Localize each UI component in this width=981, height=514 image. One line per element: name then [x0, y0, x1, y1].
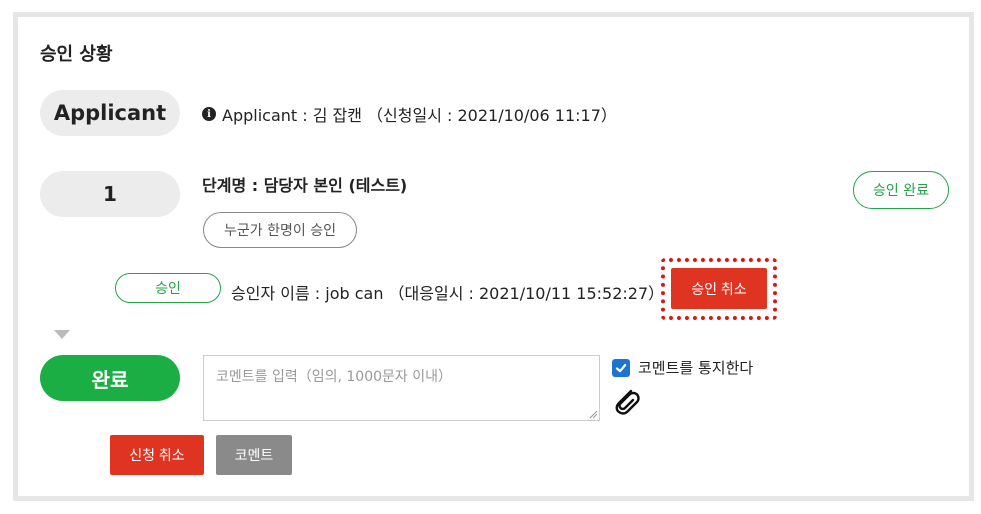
section-title: 승인 상황 — [40, 44, 113, 65]
paperclip-icon[interactable] — [610, 385, 644, 419]
step-number-pill: 1 — [40, 171, 180, 217]
cancel-approval-button[interactable]: 승인 취소 — [671, 268, 767, 309]
checkbox-check-icon — [615, 363, 627, 372]
applicant-info: i Applicant : 김 잡캔 （신청일시 : 2021/10/06 11… — [202, 102, 617, 126]
resize-grip-icon[interactable] — [588, 409, 598, 419]
approver-info: 승인자 이름 : job can （대응일시 : 2021/10/11 15:5… — [231, 284, 665, 303]
comment-button[interactable]: 코멘트 — [216, 435, 292, 475]
info-icon: i — [202, 107, 216, 121]
step-status-badge: 승인 완료 — [853, 171, 949, 209]
collapse-triangle-icon[interactable] — [54, 330, 70, 339]
applicant-info-text: Applicant : 김 잡캔 （신청일시 : 2021/10/06 11:1… — [222, 106, 617, 125]
step-name: 단계명 : 담당자 본인 (테스트) — [202, 176, 408, 195]
cancel-request-button[interactable]: 신청 취소 — [110, 435, 204, 475]
comment-input[interactable] — [203, 355, 600, 421]
notify-comment-option[interactable]: 코멘트를 통지한다 — [612, 357, 753, 378]
approved-badge: 승인 — [115, 273, 221, 303]
approval-status-panel — [13, 12, 974, 501]
applicant-pill: Applicant — [40, 90, 180, 136]
notify-checkbox[interactable] — [612, 358, 630, 377]
complete-pill: 완료 — [40, 355, 180, 401]
approval-rule-badge: 누군가 한명이 승인 — [203, 212, 357, 248]
notify-label: 코멘트를 통지한다 — [638, 359, 754, 377]
